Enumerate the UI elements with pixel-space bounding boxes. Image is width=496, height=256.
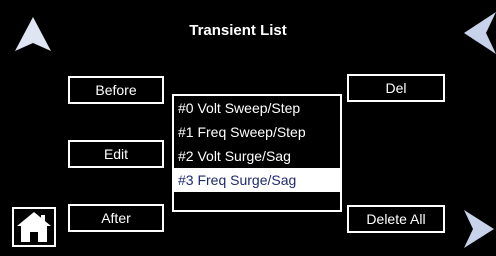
transient-item-2[interactable]: #2 Volt Surge/Sag (174, 144, 340, 168)
transient-item-0[interactable]: #0 Volt Sweep/Step (174, 96, 340, 120)
home-button[interactable] (12, 207, 56, 247)
transient-list[interactable]: #0 Volt Sweep/Step #1 Freq Sweep/Step #2… (172, 94, 342, 212)
transient-item-3[interactable]: #3 Freq Surge/Sag (174, 168, 340, 192)
edit-button[interactable]: Edit (68, 140, 164, 168)
delete-all-button[interactable]: Delete All (347, 205, 445, 233)
edit-button-label: Edit (103, 146, 129, 162)
after-button-label: After (101, 210, 131, 226)
delete-all-button-label: Delete All (366, 211, 426, 227)
before-button-label: Before (95, 82, 137, 98)
transient-item-1[interactable]: #1 Freq Sweep/Step (174, 120, 340, 144)
left-arrow-icon[interactable] (460, 10, 496, 56)
up-arrow-icon[interactable] (12, 14, 54, 54)
home-icon (17, 212, 51, 242)
page-title: Transient List (189, 22, 287, 39)
right-arrow-icon[interactable] (462, 208, 496, 250)
del-button[interactable]: Del (347, 74, 445, 102)
after-button[interactable]: After (68, 204, 164, 232)
del-button-label: Del (385, 80, 407, 96)
before-button[interactable]: Before (68, 76, 164, 104)
